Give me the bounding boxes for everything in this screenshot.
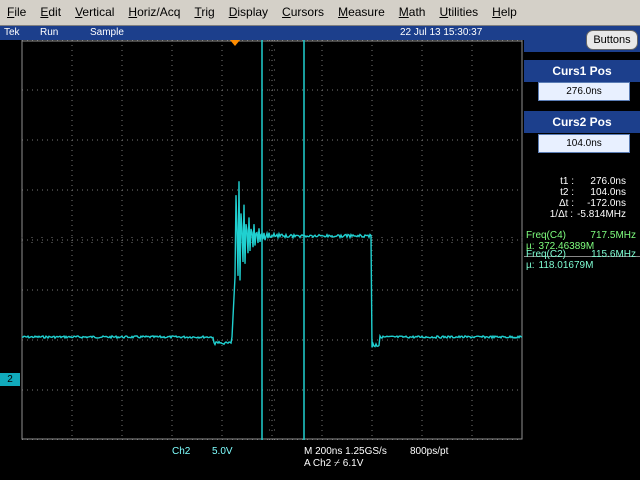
bottom-readout: Ch2 5.0V M 200ns 1.25GS/s 800ps/pt A Ch2… (0, 440, 524, 480)
status-bar: Tek Run Sample 22 Jul 13 15:30:37 (0, 26, 524, 40)
curs2-value[interactable]: 104.0ns (538, 134, 630, 153)
menu-utilities[interactable]: Utilities (432, 0, 485, 25)
menu-display[interactable]: Display (222, 0, 275, 25)
curs1-title: Curs1 Pos (524, 60, 640, 82)
freq-c2-readout: Freq(C2) 115.6MHz µ: 118.01679M (524, 249, 640, 271)
menu-bar: File Edit Vertical Horiz/Acq Trig Display Curs… (0, 0, 640, 26)
freq-c4-name: Freq(C4) (526, 230, 567, 241)
menu-edit[interactable]: Edit (33, 0, 68, 25)
waveform-graticule (21, 39, 523, 441)
menu-trig[interactable]: Trig (187, 0, 221, 25)
points-per-div: 800ps/pt (410, 446, 449, 457)
t2-label: t2 : (560, 187, 574, 198)
freq-c2-mu-label: µ: (526, 260, 535, 271)
menu-help[interactable]: Help (485, 0, 524, 25)
scope-screen[interactable]: 2 (0, 39, 524, 441)
timebase: M 200ns 1.25GS/s (304, 446, 387, 457)
t1-value: 276.0ns (590, 176, 626, 187)
menu-vertical[interactable]: Vertical (68, 0, 121, 25)
inv-dt-value: -5.814MHz (577, 209, 626, 220)
menu-math[interactable]: Math (392, 0, 433, 25)
menu-file[interactable]: File (0, 0, 33, 25)
curs2-title: Curs2 Pos (524, 111, 640, 133)
trigger-position-marker (230, 40, 240, 46)
buttons-button[interactable]: Buttons (586, 30, 638, 50)
ch2-ground-marker[interactable]: 2 (0, 373, 20, 386)
menu-measure[interactable]: Measure (331, 0, 392, 25)
brand-label: Tek (4, 27, 20, 38)
cursor-readout: t1 : 276.0ns t2 : 104.0ns Δt : -172.0ns 1/Δ… (524, 176, 640, 220)
run-status: Run (40, 27, 59, 38)
ch2-trace (21, 181, 523, 348)
datetime: 22 Jul 13 15:30:37 (400, 27, 483, 38)
curs1-value[interactable]: 276.0ns (538, 82, 630, 101)
menu-cursors[interactable]: Cursors (275, 0, 331, 25)
freq-c2-name: Freq(C2) (526, 249, 567, 260)
t2-value: 104.0ns (590, 187, 626, 198)
dt-label: Δt : (558, 198, 574, 209)
menu-horizacq[interactable]: Horiz/Acq (121, 0, 187, 25)
trigger-readout: A Ch2 ⌿ 6.1V (304, 458, 364, 469)
freq-c2-value: 115.6MHz (591, 249, 636, 260)
dt-value: -172.0ns (587, 198, 626, 209)
freq-c2-mu-value: 118.01679M (538, 260, 594, 271)
inv-dt-label: 1/Δt : (549, 209, 574, 220)
channel-label: Ch2 (172, 446, 191, 457)
volts-per-div: 5.0V (212, 446, 233, 457)
acq-mode: Sample (90, 27, 124, 38)
freq-c4-value: 717.5MHz (590, 230, 636, 241)
t1-label: t1 : (560, 176, 574, 187)
